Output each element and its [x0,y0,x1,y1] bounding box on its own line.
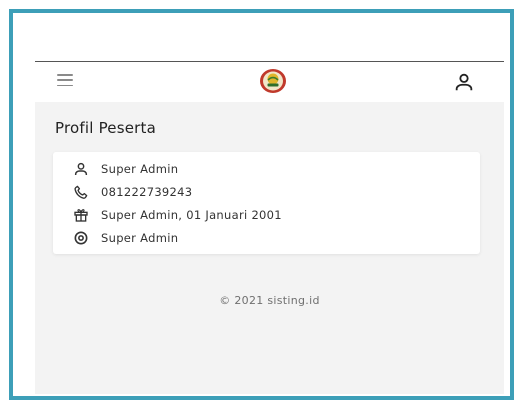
profile-row-phone: 081222739243 [73,183,192,201]
profile-row-name: Super Admin [73,160,178,178]
app-screen: Profil Peserta Super Admin 081222739243 … [35,61,504,394]
profile-birth-info: Super Admin, 01 Januari 2001 [101,208,282,222]
profile-name: Super Admin [101,162,179,176]
app-logo[interactable] [259,68,287,94]
top-navbar [35,61,504,102]
profile-phone: 081222739243 [101,185,193,199]
user-icon [73,161,89,177]
user-icon [455,73,473,91]
profile-row-role: Super Admin [73,229,178,247]
profile-role: Super Admin [101,231,179,245]
page-title: Profil Peserta [55,119,157,137]
hamburger-menu-icon[interactable] [57,74,73,86]
screenshot-frame: Profil Peserta Super Admin 081222739243 … [9,9,514,400]
user-account-button[interactable] [453,71,475,93]
gift-icon [73,207,89,223]
footer-copyright: © 2021 sisting.id [219,294,320,307]
profile-card: Super Admin 081222739243 Super Admin, 01… [53,152,480,254]
profile-row-birth: Super Admin, 01 Januari 2001 [73,206,282,224]
phone-icon [73,184,89,200]
eye-icon [73,230,89,246]
